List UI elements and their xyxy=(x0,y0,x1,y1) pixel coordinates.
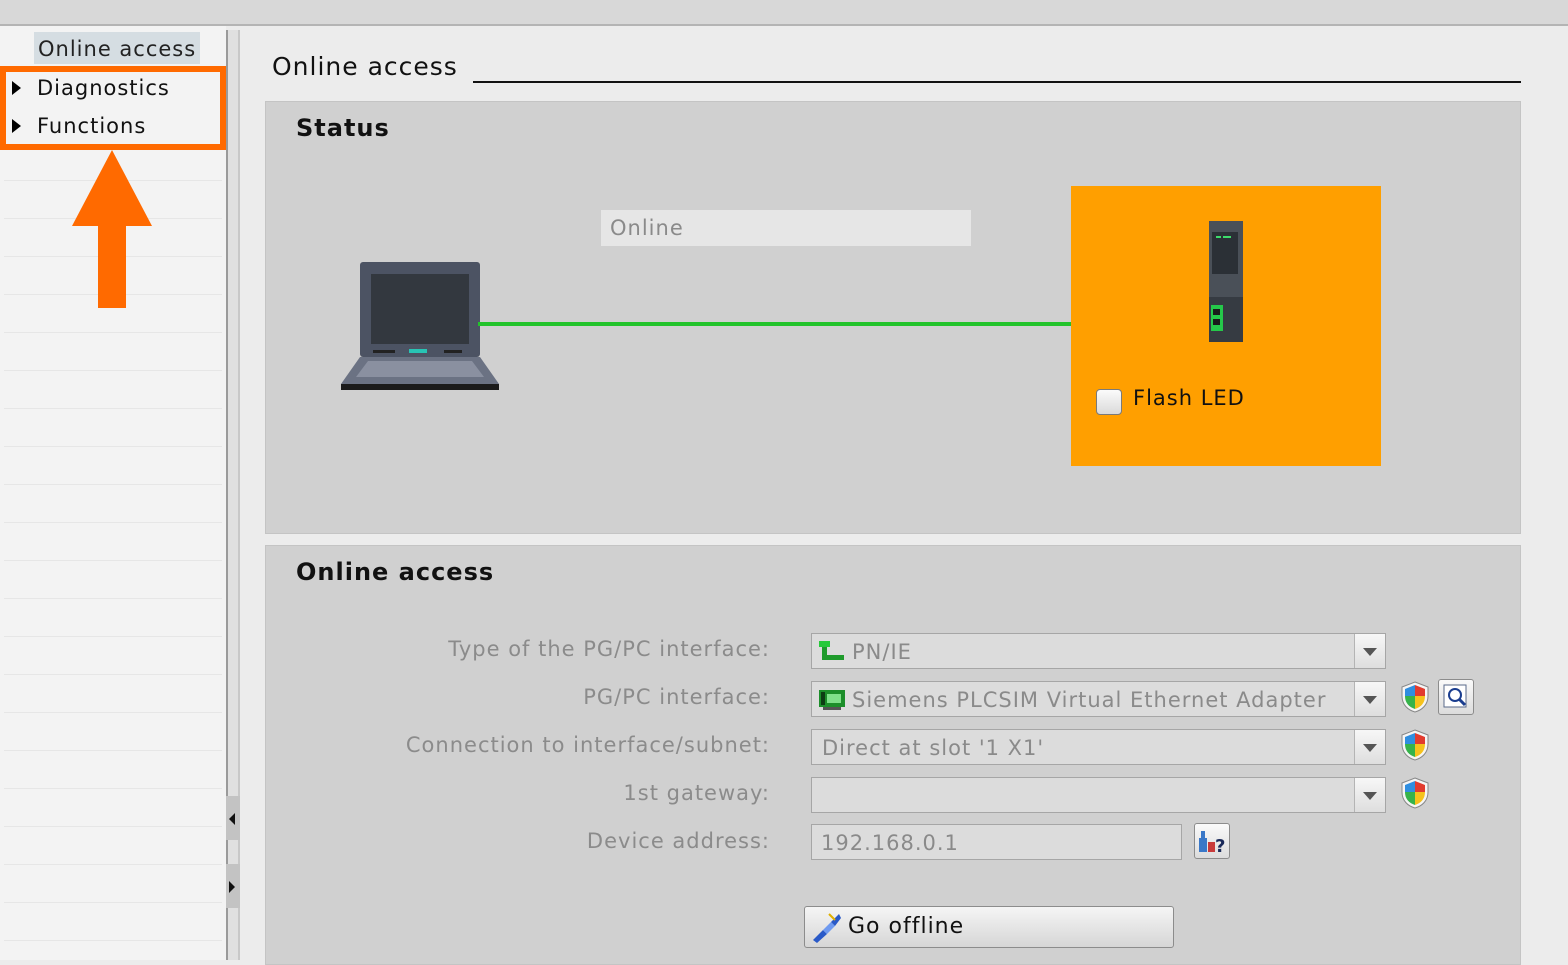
nav-divider xyxy=(4,484,222,485)
svg-text:?: ? xyxy=(1215,836,1225,857)
dropdown-arrow-icon[interactable] xyxy=(1354,778,1385,812)
search-device-button[interactable] xyxy=(1438,679,1474,715)
chevron-left-icon xyxy=(229,813,235,825)
subnet-connection-select[interactable]: Direct at slot '1 X1' xyxy=(811,729,1386,765)
gateway-label: 1st gateway: xyxy=(623,781,770,805)
dropdown-arrow-icon[interactable] xyxy=(1354,682,1385,716)
dropdown-arrow-icon[interactable] xyxy=(1354,730,1385,764)
ethernet-icon xyxy=(819,641,844,660)
expand-right-button[interactable] xyxy=(226,864,240,908)
collapse-left-button[interactable] xyxy=(226,796,240,840)
device-address-field[interactable]: 192.168.0.1 xyxy=(811,824,1182,860)
nav-divider xyxy=(4,598,222,599)
magnifier-icon xyxy=(1443,684,1467,708)
nav-divider xyxy=(4,560,222,561)
nav-divider xyxy=(4,750,222,751)
nav-divider xyxy=(4,408,222,409)
flash-led-checkbox[interactable] xyxy=(1096,389,1122,415)
nav-divider xyxy=(4,940,222,941)
nav-divider xyxy=(4,864,222,865)
up-arrow-icon xyxy=(72,150,152,308)
nav-divider xyxy=(4,636,222,637)
accessible-devices-button[interactable]: ? xyxy=(1194,823,1230,859)
online-access-title: Online access xyxy=(296,558,495,586)
connection-status-label: Online xyxy=(601,210,971,246)
page-title: Online access xyxy=(272,52,458,81)
security-shield-icon[interactable] xyxy=(1400,729,1430,761)
nav-divider xyxy=(4,446,222,447)
nav-divider xyxy=(4,826,222,827)
subnet-connection-value: Direct at slot '1 X1' xyxy=(822,736,1045,760)
highlight-frame xyxy=(0,66,226,150)
gateway-select[interactable] xyxy=(811,777,1386,813)
go-offline-label: Go offline xyxy=(848,914,965,939)
nav-divider xyxy=(4,788,222,789)
pgpc-interface-label: PG/PC interface: xyxy=(583,685,770,709)
interface-type-value: PN/IE xyxy=(852,640,912,664)
interface-type-label: Type of the PG/PC interface: xyxy=(448,637,770,661)
plc-cpu-icon xyxy=(1209,221,1243,342)
panel-splitter[interactable] xyxy=(226,30,240,960)
dropdown-arrow-icon[interactable] xyxy=(1354,634,1385,668)
flash-led-label: Flash LED xyxy=(1133,386,1245,410)
nav-divider xyxy=(4,712,222,713)
network-query-icon: ? xyxy=(1199,831,1225,857)
status-title: Status xyxy=(296,114,390,142)
security-shield-icon[interactable] xyxy=(1400,777,1430,809)
device-address-value: 192.168.0.1 xyxy=(821,831,959,855)
subnet-connection-label: Connection to interface/subnet: xyxy=(405,733,770,757)
device-address-label: Device address: xyxy=(586,829,770,853)
nav-divider xyxy=(4,902,222,903)
chevron-right-icon xyxy=(229,881,235,893)
nav-divider xyxy=(4,674,222,675)
nav-divider xyxy=(4,370,222,371)
go-offline-button[interactable]: Go offline xyxy=(804,906,1174,948)
nav-divider xyxy=(4,522,222,523)
nav-item-online-access[interactable]: Online access xyxy=(34,32,201,64)
laptop-icon xyxy=(341,262,499,390)
interface-type-select[interactable]: PN/IE xyxy=(811,633,1386,669)
nav-divider xyxy=(4,332,222,333)
pgpc-interface-select[interactable]: Siemens PLCSIM Virtual Ethernet Adapter xyxy=(811,681,1386,717)
title-divider xyxy=(473,81,1521,83)
top-bar xyxy=(0,0,1568,26)
plug-disconnect-icon xyxy=(813,913,841,943)
security-shield-icon[interactable] xyxy=(1400,681,1430,713)
network-card-icon xyxy=(819,690,845,710)
pgpc-interface-value: Siemens PLCSIM Virtual Ethernet Adapter xyxy=(852,688,1327,712)
